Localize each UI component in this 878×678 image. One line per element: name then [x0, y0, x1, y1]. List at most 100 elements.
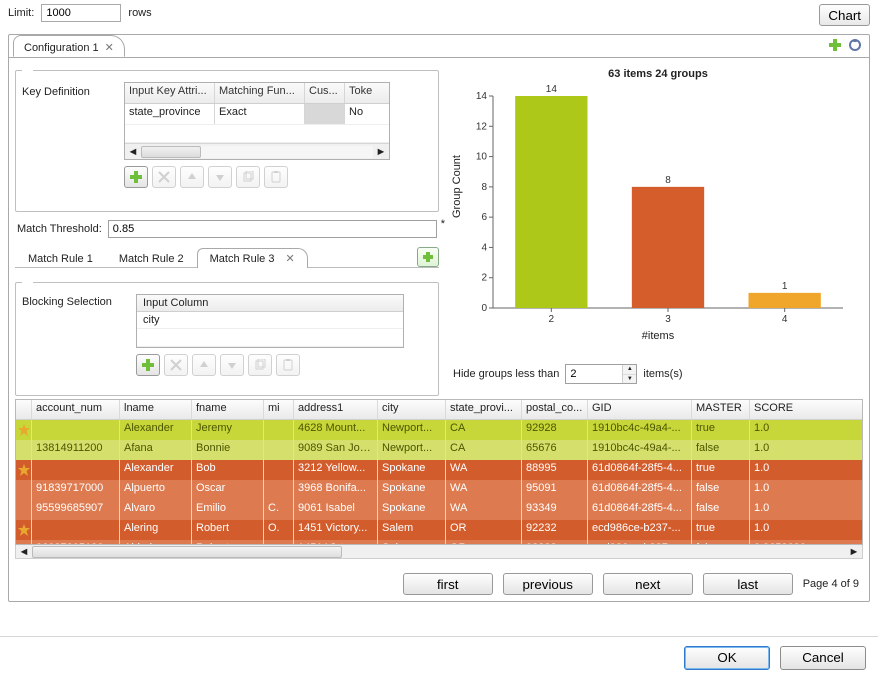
previous-button[interactable]: previous	[503, 573, 593, 595]
results-grid[interactable]: account_numlnamefnamemiaddress1citystate…	[15, 399, 863, 545]
grid-col-header[interactable]: state_provi...	[446, 400, 522, 419]
grid-hscroll[interactable]: ◄ ►	[15, 545, 863, 559]
tab-match-rule-2[interactable]: Match Rule 2	[106, 249, 197, 268]
match-threshold-label: Match Threshold:	[17, 223, 102, 235]
table-row[interactable]: 95599685907AlvaroEmilioC.9061 IsabelSpok…	[16, 500, 862, 520]
blocking-selection-group: Blocking Selection Input Column city	[15, 276, 439, 396]
blocking-copy-button	[248, 354, 272, 376]
grid-col-header[interactable]: GID	[588, 400, 692, 419]
spinner-down-icon[interactable]: ▼	[623, 375, 636, 384]
svg-text:4: 4	[782, 314, 788, 325]
keydef-col-attr[interactable]: Input Key Attri...	[125, 83, 215, 103]
table-row[interactable]: 13814911200AfanaBonnie9089 San Jos...New…	[16, 440, 862, 460]
dialog-footer: OK Cancel	[0, 636, 878, 678]
rows-label: rows	[128, 7, 151, 19]
svg-text:1: 1	[782, 281, 788, 292]
grid-col-header[interactable]: mi	[264, 400, 294, 419]
page-status: Page 4 of 9	[803, 578, 859, 590]
svg-text:8: 8	[481, 182, 487, 193]
keydef-hscroll[interactable]: ◄ ►	[125, 143, 389, 159]
keydef-add-button[interactable]	[124, 166, 148, 188]
svg-text:2: 2	[549, 314, 555, 325]
grid-col-header[interactable]: address1	[294, 400, 378, 419]
svg-text:10: 10	[476, 152, 488, 163]
scroll-left-icon[interactable]: ◄	[125, 145, 141, 159]
scroll-thumb[interactable]	[32, 546, 342, 558]
grid-col-header[interactable]: city	[378, 400, 446, 419]
blocking-selection-label: Blocking Selection	[22, 294, 130, 376]
svg-text:0: 0	[481, 303, 487, 314]
scroll-thumb[interactable]	[141, 146, 201, 158]
chart-xlabel: #items	[453, 330, 863, 342]
keydef-up-button	[180, 166, 204, 188]
chart-button[interactable]: Chart	[819, 4, 870, 26]
keydef-col-func[interactable]: Matching Fun...	[215, 83, 305, 103]
svg-text:6: 6	[481, 212, 487, 223]
svg-text:12: 12	[476, 121, 488, 132]
close-icon[interactable]: ✕	[286, 253, 295, 265]
blocking-paste-button	[276, 354, 300, 376]
config-tab[interactable]: Configuration 1 ✕	[13, 35, 125, 57]
table-row[interactable]: AlexanderJeremy4628 Mount...Newport...CA…	[16, 420, 862, 440]
limit-input[interactable]	[41, 4, 121, 22]
grid-col-header[interactable]: fname	[192, 400, 264, 419]
gear-refresh-icon[interactable]	[847, 37, 863, 53]
chart-title: 63 items 24 groups	[453, 68, 863, 80]
last-button[interactable]: last	[703, 573, 793, 595]
master-row-icon	[16, 420, 32, 440]
blocking-col-header[interactable]: Input Column	[137, 295, 403, 312]
key-definition-group: Key Definition Input Key Attri... Matchi…	[15, 64, 439, 212]
main-panel: Configuration 1 ✕ Key Definition	[8, 34, 870, 602]
keydef-col-custom[interactable]: Cus...	[305, 83, 345, 103]
row-icon-empty	[16, 500, 32, 520]
master-row-icon	[16, 520, 32, 540]
svg-text:8: 8	[665, 175, 671, 186]
table-row[interactable]: AleringRobertO.1451 Victory...SalemOR922…	[16, 520, 862, 540]
scroll-right-icon[interactable]: ►	[846, 546, 862, 558]
keydef-row[interactable]: state_province Exact No	[125, 104, 389, 125]
hide-groups-spinner[interactable]: ▲ ▼	[565, 364, 637, 384]
scroll-right-icon[interactable]: ►	[373, 145, 389, 159]
master-row-icon	[16, 460, 32, 480]
grid-col-header[interactable]: MASTER	[692, 400, 750, 419]
spinner-up-icon[interactable]: ▲	[623, 365, 636, 375]
tab-match-rule-3[interactable]: Match Rule 3 ✕	[197, 248, 308, 268]
blocking-add-button[interactable]	[136, 354, 160, 376]
pager: first previous next last Page 4 of 9	[9, 573, 869, 595]
add-config-icon[interactable]	[827, 37, 843, 53]
next-button[interactable]: next	[603, 573, 693, 595]
grid-col-header[interactable]: SCORE	[750, 400, 812, 419]
hide-groups-input[interactable]	[566, 365, 622, 383]
key-definition-table[interactable]: Input Key Attri... Matching Fun... Cus..…	[124, 82, 390, 160]
close-icon[interactable]: ✕	[105, 41, 114, 54]
config-tabstrip: Configuration 1 ✕	[9, 35, 869, 58]
keydef-down-button	[208, 166, 232, 188]
table-row[interactable]: 91839717000AlpuertoOscar3968 Bonifa...Sp…	[16, 480, 862, 500]
match-threshold-input[interactable]	[108, 220, 437, 238]
row-icon-empty	[16, 440, 32, 460]
keydef-col-token[interactable]: Toke	[345, 83, 381, 103]
grid-col-header[interactable]: postal_co...	[522, 400, 588, 419]
grid-col-header[interactable]: account_num	[32, 400, 120, 419]
svg-text:14: 14	[546, 84, 558, 95]
ok-button[interactable]: OK	[684, 646, 770, 670]
cancel-button[interactable]: Cancel	[780, 646, 866, 670]
keydef-paste-button	[264, 166, 288, 188]
svg-text:14: 14	[476, 91, 488, 102]
add-rule-button[interactable]	[417, 247, 439, 267]
tab-match-rule-1[interactable]: Match Rule 1	[15, 249, 106, 268]
hide-groups-label: Hide groups less than	[453, 368, 559, 380]
limit-label: Limit:	[8, 7, 34, 19]
blocking-down-button	[220, 354, 244, 376]
first-button[interactable]: first	[403, 573, 493, 595]
blocking-item[interactable]: city	[137, 312, 403, 329]
hide-groups-unit-label: items(s)	[643, 368, 682, 380]
blocking-list[interactable]: Input Column city	[136, 294, 404, 348]
svg-text:4: 4	[481, 242, 487, 253]
required-indicator: *	[441, 218, 445, 230]
match-rule-tabstrip: Match Rule 1 Match Rule 2 Match Rule 3 ✕	[15, 244, 439, 268]
group-chart: 63 items 24 groups Group Count 024681012…	[453, 68, 863, 358]
grid-col-header[interactable]: lname	[120, 400, 192, 419]
scroll-left-icon[interactable]: ◄	[16, 546, 32, 558]
table-row[interactable]: AlexanderBob3212 Yellow...SpokaneWA88995…	[16, 460, 862, 480]
